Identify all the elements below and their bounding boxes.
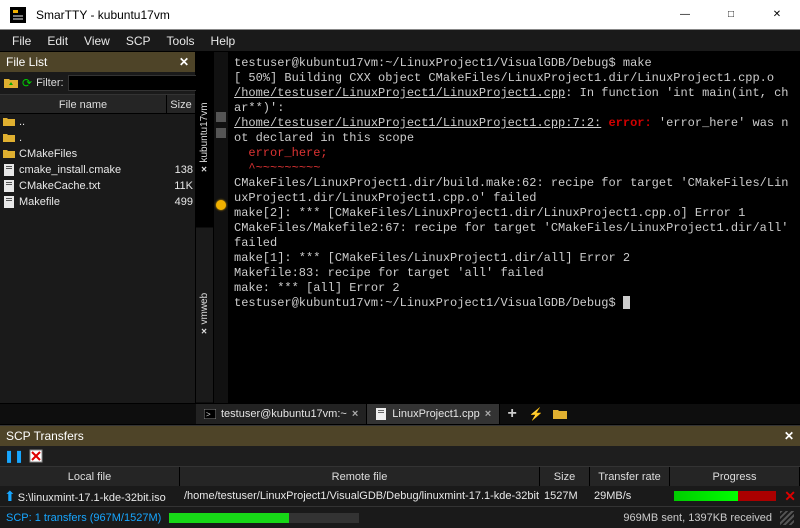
- close-icon[interactable]: ×: [485, 408, 491, 420]
- col-progress[interactable]: Progress: [670, 467, 800, 486]
- scp-transfers-panel: SCP Transfers ✕ ❚❚ Local file Remote fil…: [0, 425, 800, 506]
- transfer-size: 1527M: [540, 490, 590, 502]
- file-name: CMakeCache.txt: [19, 180, 167, 192]
- file-name: cmake_install.cmake: [19, 164, 167, 176]
- scp-transfers-header: SCP Transfers ✕: [0, 426, 800, 446]
- file-list-columns: File name Size: [0, 94, 195, 114]
- terminal-gutter: [214, 52, 228, 403]
- editor-tab-bar: >testuser@kubuntu17vm:~×LinuxProject1.cp…: [0, 403, 800, 425]
- pause-icon[interactable]: ❚❚: [6, 448, 22, 464]
- window-minimize-button[interactable]: —: [662, 0, 708, 30]
- col-size[interactable]: Size: [167, 95, 195, 113]
- close-icon[interactable]: ×: [202, 165, 208, 176]
- terminal-output[interactable]: testuser@kubuntu17vm:~/LinuxProject1/Vis…: [228, 52, 800, 403]
- col-remote-file[interactable]: Remote file: [180, 467, 540, 486]
- folder-icon: [2, 132, 16, 144]
- file-size: 11K: [167, 180, 195, 192]
- menu-help[interactable]: Help: [203, 32, 244, 50]
- transfer-row[interactable]: ⬆S:\linuxmint-17.1-kde-32bit.iso/home/te…: [0, 486, 800, 506]
- menu-bar: File Edit View SCP Tools Help: [0, 30, 800, 52]
- file-row[interactable]: Makefile499: [0, 194, 195, 210]
- file-row[interactable]: cmake_install.cmake138: [0, 162, 195, 178]
- window-maximize-button[interactable]: □: [708, 0, 754, 30]
- upload-arrow-icon: ⬆: [4, 488, 16, 504]
- file-icon: [2, 180, 16, 192]
- file-list-title: File List: [6, 55, 47, 69]
- sun-icon: [216, 200, 226, 210]
- svg-text:>: >: [206, 410, 211, 419]
- file-row[interactable]: CMakeFiles: [0, 146, 195, 162]
- status-bytes: 969MB sent, 1397KB received: [623, 512, 772, 524]
- tab-label: LinuxProject1.cpp: [392, 408, 479, 420]
- file-row[interactable]: .: [0, 130, 195, 146]
- resize-gripper-icon[interactable]: [780, 511, 794, 525]
- cancel-transfer-icon[interactable]: ✕: [784, 488, 796, 505]
- file-list-close-icon[interactable]: ✕: [179, 55, 189, 69]
- window-title: SmarTTY - kubuntu17vm: [36, 8, 662, 22]
- scp-transfers-title: SCP Transfers: [6, 429, 84, 443]
- menu-file[interactable]: File: [4, 32, 39, 50]
- file-list-header: File List ✕: [0, 52, 195, 72]
- status-text: SCP: 1 transfers (967M/1527M): [6, 512, 161, 524]
- filter-input[interactable]: [68, 75, 216, 91]
- new-tab-button[interactable]: +: [500, 403, 524, 425]
- file-list-body[interactable]: ...CMakeFilescmake_install.cmake138CMake…: [0, 114, 195, 403]
- session-tab-label: vmweb: [199, 292, 210, 324]
- parent-folder-icon[interactable]: [4, 75, 18, 91]
- clear-transfers-icon[interactable]: [28, 448, 44, 464]
- marker-icon: [216, 128, 226, 138]
- close-icon[interactable]: ×: [352, 408, 358, 420]
- menu-edit[interactable]: Edit: [39, 32, 76, 50]
- file-size: 499: [167, 196, 195, 208]
- window-titlebar: SmarTTY - kubuntu17vm — □ ✕: [0, 0, 800, 30]
- refresh-icon[interactable]: ⟳: [22, 75, 32, 91]
- file-list-panel: File List ✕ ⟳ Filter: File name Size ...…: [0, 52, 196, 403]
- file-row[interactable]: CMakeCache.txt11K: [0, 178, 195, 194]
- filter-label: Filter:: [36, 77, 64, 89]
- terminal-area: × kubuntu17vm × vmweb testuser@kubuntu17vm:…: [196, 52, 800, 403]
- file-name: ..: [19, 116, 167, 128]
- marker-icon: [216, 112, 226, 122]
- transfer-rate: 29MB/s: [590, 490, 670, 502]
- editor-tab[interactable]: LinuxProject1.cpp ×: [367, 404, 500, 424]
- file-size: 138: [167, 164, 195, 176]
- folder-icon: [2, 116, 16, 128]
- menu-view[interactable]: View: [76, 32, 118, 50]
- col-filename[interactable]: File name: [0, 95, 167, 113]
- file-name: Makefile: [19, 196, 167, 208]
- col-xfer-rate[interactable]: Transfer rate: [590, 467, 670, 486]
- session-tab[interactable]: × kubuntu17vm: [196, 52, 213, 228]
- close-icon[interactable]: ×: [202, 326, 208, 337]
- folder-icon: [2, 148, 16, 160]
- transfer-progress: [674, 491, 776, 501]
- session-tabs-vertical: × kubuntu17vm × vmweb: [196, 52, 214, 403]
- file-row[interactable]: ..: [0, 114, 195, 130]
- window-close-button[interactable]: ✕: [754, 0, 800, 30]
- editor-tab[interactable]: > testuser@kubuntu17vm:~ ×: [196, 404, 367, 424]
- scp-columns: Local file Remote file Size Transfer rat…: [0, 466, 800, 486]
- app-icon: [6, 3, 30, 27]
- tab-label: testuser@kubuntu17vm:~: [221, 408, 347, 420]
- status-progress: [169, 513, 359, 523]
- scp-transfers-close-icon[interactable]: ✕: [784, 429, 794, 443]
- col-xfer-size[interactable]: Size: [540, 467, 590, 486]
- file-name: .: [19, 132, 167, 144]
- status-bar: SCP: 1 transfers (967M/1527M) 969MB sent…: [0, 506, 800, 528]
- menu-scp[interactable]: SCP: [118, 32, 159, 50]
- session-tab-label: kubuntu17vm: [199, 103, 210, 163]
- open-folder-icon[interactable]: [548, 403, 572, 425]
- local-file: ⬆S:\linuxmint-17.1-kde-32bit.iso: [0, 488, 180, 505]
- remote-file: /home/testuser/LinuxProject1/VisualGDB/D…: [180, 490, 540, 502]
- file-icon: [375, 408, 387, 420]
- file-icon: [2, 164, 16, 176]
- session-tab[interactable]: × vmweb: [196, 228, 213, 404]
- file-name: CMakeFiles: [19, 148, 167, 160]
- col-local-file[interactable]: Local file: [0, 467, 180, 486]
- menu-tools[interactable]: Tools: [159, 32, 203, 50]
- terminal-icon: >: [204, 408, 216, 420]
- action-bolt-icon[interactable]: ⚡: [524, 403, 548, 425]
- file-icon: [2, 196, 16, 208]
